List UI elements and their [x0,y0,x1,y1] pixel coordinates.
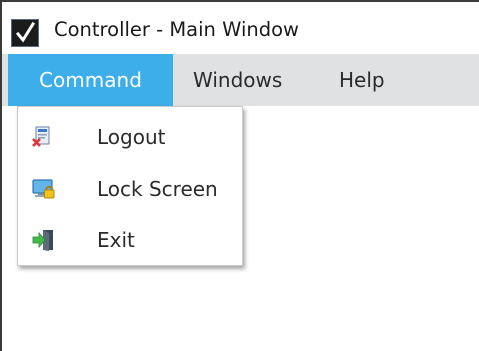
command-dropdown-menu: Logout Lock Screen Exit [17,106,243,266]
menu-help[interactable]: Help [339,54,385,106]
checkmark-app-icon [11,19,39,47]
main-window: Controller - Main Window Command Windows… [0,0,479,351]
logout-icon [32,126,54,148]
exit-icon [32,229,54,251]
title-bar: Controller - Main Window [2,2,479,53]
menu-bar: Command Windows Help [2,54,479,106]
window-title: Controller - Main Window [54,18,299,41]
logout-label: Logout [97,125,166,149]
lock-screen-icon [32,178,55,200]
menu-item-logout[interactable]: Logout [18,112,242,162]
lock-screen-label: Lock Screen [97,177,218,201]
menu-item-exit[interactable]: Exit [18,215,242,265]
menu-item-lock-screen[interactable]: Lock Screen [18,164,242,214]
menu-command[interactable]: Command [8,54,173,106]
exit-label: Exit [97,228,135,252]
menu-windows[interactable]: Windows [193,54,282,106]
